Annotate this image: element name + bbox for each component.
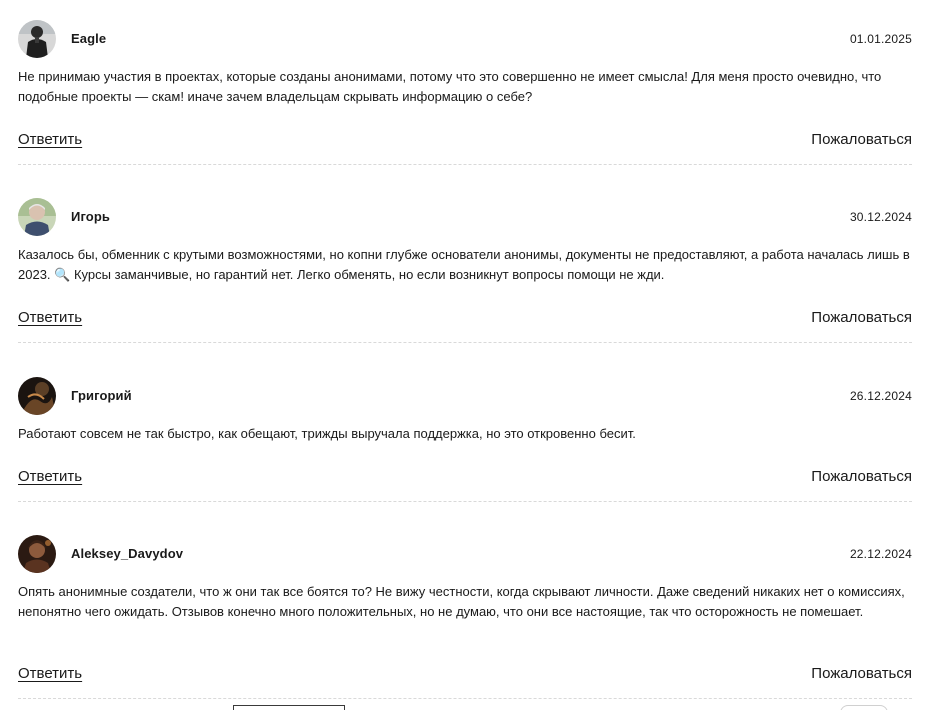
reply-link[interactable]: Ответить xyxy=(18,309,82,326)
report-link[interactable]: Пожаловаться xyxy=(811,309,912,326)
report-link[interactable]: Пожаловаться xyxy=(811,468,912,485)
comment-author: Григорий xyxy=(71,388,132,403)
comment-divider xyxy=(18,164,912,165)
comments-list: Eagle 01.01.2025 Не принимаю участия в п… xyxy=(0,0,932,710)
comment-text-part: Курсы заманчивые, но гарантий нет. Легко… xyxy=(70,267,665,282)
comment-header: Игорь 30.12.2024 xyxy=(18,198,912,238)
comment-divider xyxy=(18,698,912,699)
comment-text: Не принимаю участия в проектах, которые … xyxy=(18,69,882,104)
avatar[interactable] xyxy=(18,377,56,415)
magnifier-icon: 🔍 xyxy=(54,268,71,283)
comment-date: 01.01.2025 xyxy=(849,32,912,46)
comment-header: Aleksey_Davydov 22.12.2024 xyxy=(18,535,912,575)
report-link[interactable]: Пожаловаться xyxy=(811,665,912,682)
comment-text: Опять анонимные создатели, что ж они так… xyxy=(18,584,905,619)
comment-date: 22.12.2024 xyxy=(849,547,912,561)
comment-header: Eagle 01.01.2025 xyxy=(18,20,912,60)
comment-text: Казалось бы, обменник с крутыми возможно… xyxy=(18,245,912,286)
comment-author: Игорь xyxy=(71,209,110,224)
reply-link[interactable]: Ответить xyxy=(18,468,82,485)
report-link[interactable]: Пожаловаться xyxy=(811,131,912,148)
comment-date: 26.12.2024 xyxy=(849,389,912,403)
comment-text: Работают совсем не так быстро, как обеща… xyxy=(18,426,636,441)
avatar[interactable] xyxy=(18,535,56,573)
avatar[interactable] xyxy=(18,198,56,236)
comment-divider xyxy=(18,501,912,502)
comment-divider xyxy=(18,342,912,343)
reply-link[interactable]: Ответить xyxy=(18,665,82,682)
avatar[interactable] xyxy=(18,20,56,58)
comment-author: Eagle xyxy=(71,31,107,46)
comment-header: Григорий 26.12.2024 xyxy=(18,377,912,417)
comment-author: Aleksey_Davydov xyxy=(71,546,184,561)
comment-date: 30.12.2024 xyxy=(849,210,912,224)
pagination-box[interactable] xyxy=(233,705,345,710)
pagination-box[interactable] xyxy=(840,705,888,710)
reply-link[interactable]: Ответить xyxy=(18,131,82,148)
